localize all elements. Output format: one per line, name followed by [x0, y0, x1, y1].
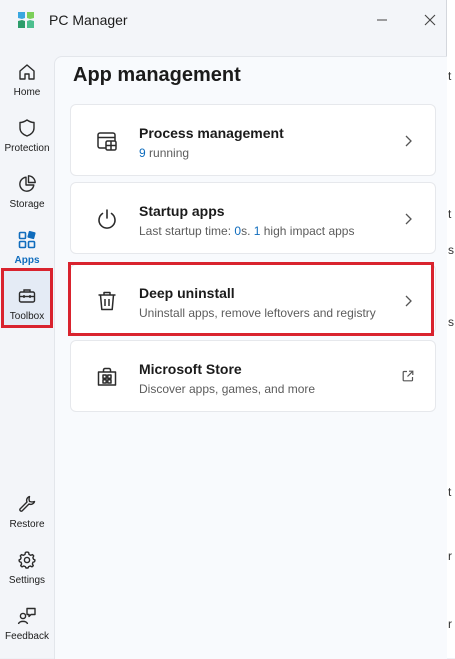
startup-time-unit: s. — [241, 224, 254, 238]
pie-chart-icon — [19, 175, 36, 192]
sidebar-item-storage[interactable]: Storage — [0, 170, 54, 226]
sidebar-item-protection[interactable]: Protection — [0, 114, 54, 170]
running-label: running — [145, 146, 190, 160]
sidebar-item-home[interactable]: Home — [0, 58, 54, 114]
background-glyph: t — [448, 69, 452, 83]
sidebar-item-restore[interactable]: Restore — [0, 490, 54, 546]
running-count: 9 — [139, 146, 146, 160]
background-glyph: r — [448, 617, 452, 631]
chevron-right-icon — [405, 295, 412, 307]
power-icon — [98, 209, 116, 229]
trash-icon — [98, 291, 116, 311]
pc-manager-logo — [18, 12, 34, 28]
card-subtitle: Last startup time: 0s. 1 high impact app… — [139, 224, 354, 238]
card-title: Process management — [139, 125, 284, 141]
feedback-icon — [17, 607, 36, 625]
background-glyph: s — [448, 315, 454, 329]
minimize-icon — [377, 19, 387, 21]
minimize-button[interactable] — [368, 8, 396, 32]
wrench-icon — [19, 495, 36, 512]
toolbox-icon — [18, 289, 36, 303]
card-title: Deep uninstall — [139, 285, 235, 301]
pc-manager-window: PC Manager Home Protection Storage Apps … — [0, 0, 447, 659]
background-glyph: t — [448, 207, 452, 221]
sidebar-item-settings[interactable]: Settings — [0, 546, 54, 602]
close-button[interactable] — [416, 8, 444, 32]
sidebar-item-label: Toolbox — [9, 311, 45, 322]
close-icon — [424, 14, 436, 26]
chevron-right-icon — [405, 213, 412, 225]
sidebar-item-apps[interactable]: Apps — [0, 226, 54, 282]
app-title: PC Manager — [49, 12, 128, 28]
sidebar-item-toolbox[interactable]: Toolbox — [0, 282, 54, 338]
background-glyph: t — [448, 485, 452, 499]
page-title: App management — [73, 64, 241, 86]
card-subtitle: 9 running — [139, 146, 189, 160]
gear-icon — [18, 551, 36, 569]
store-icon — [97, 367, 117, 386]
sidebar-nav: Home Protection Storage Apps Toolbox Res… — [0, 48, 54, 658]
sidebar-item-label: Storage — [9, 199, 45, 210]
process-management-card[interactable]: Process management 9 running — [70, 104, 436, 176]
process-window-icon — [97, 132, 117, 151]
shield-icon — [19, 119, 35, 137]
sidebar-item-label: Restore — [9, 519, 45, 530]
sidebar-item-label: Protection — [4, 143, 50, 154]
startup-apps-card[interactable]: Startup apps Last startup time: 0s. 1 hi… — [70, 182, 436, 254]
sidebar-item-feedback[interactable]: Feedback — [0, 602, 54, 658]
background-glyph: r — [448, 549, 452, 563]
sidebar-item-label: Feedback — [5, 631, 49, 642]
sidebar-item-label: Settings — [8, 575, 46, 586]
card-title: Microsoft Store — [139, 361, 242, 377]
card-title: Startup apps — [139, 203, 225, 219]
sidebar-item-label: Home — [13, 87, 41, 98]
background-window-edge: t t s s t r r — [447, 0, 455, 658]
startup-label: Last startup time: — [139, 224, 235, 238]
high-impact-label: high impact apps — [260, 224, 355, 238]
card-subtitle: Discover apps, games, and more — [139, 382, 316, 396]
apps-icon — [18, 230, 36, 249]
deep-uninstall-card[interactable]: Deep uninstall Uninstall apps, remove le… — [70, 264, 436, 334]
home-icon — [19, 64, 35, 80]
title-bar[interactable]: PC Manager — [0, 0, 447, 40]
open-external-icon — [402, 370, 414, 382]
card-subtitle: Uninstall apps, remove leftovers and reg… — [139, 306, 376, 320]
sidebar-item-label: Apps — [14, 255, 40, 266]
chevron-right-icon — [405, 135, 412, 147]
microsoft-store-card[interactable]: Microsoft Store Discover apps, games, an… — [70, 340, 436, 412]
background-glyph: s — [448, 243, 454, 257]
